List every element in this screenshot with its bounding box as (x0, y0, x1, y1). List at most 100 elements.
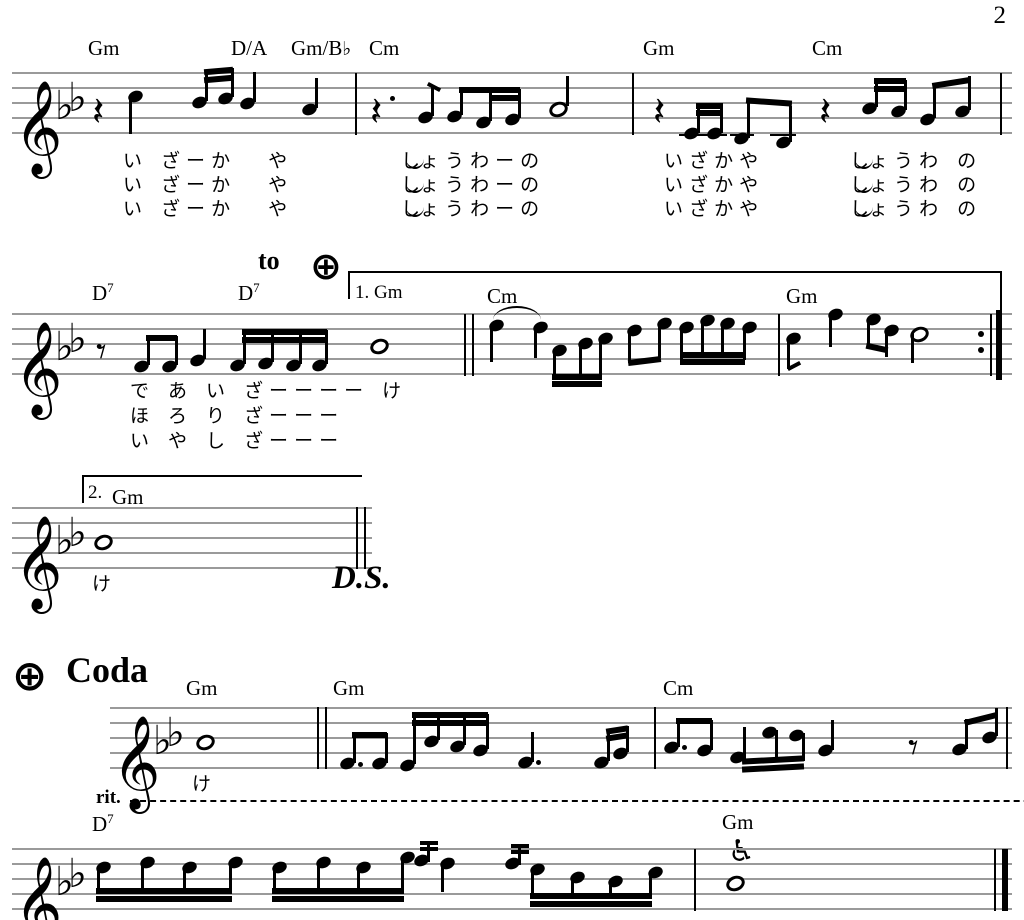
chord-symbol: Gm (722, 810, 754, 834)
beam (511, 844, 529, 848)
staff-line (12, 343, 1012, 345)
note-stem (243, 331, 246, 364)
staff-line (12, 328, 1012, 330)
lyric-line: け (92, 573, 112, 595)
staff-line (12, 358, 1012, 360)
volta-bracket-right (1000, 271, 1003, 311)
barline (654, 707, 657, 769)
beam (352, 732, 387, 738)
barline (694, 849, 697, 911)
lyric-line: け (192, 773, 212, 795)
lyric-line: い や し ざ ー ー ー (130, 430, 339, 452)
sheet-music-page: 2 Gm D/A Gm/B♭ Cm Gm Cm 𝄞 ♭ ♭ 𝄽 𝄽 𝄽 𝄽 い … (0, 0, 1024, 920)
note-stem (385, 733, 388, 763)
repeat-dot (978, 331, 984, 337)
note-stem (743, 727, 746, 759)
beam (552, 381, 602, 387)
staff-line (110, 722, 1012, 724)
note-stem (325, 330, 328, 364)
barline (990, 314, 993, 376)
beam (552, 374, 602, 380)
volta-label: 2. (88, 482, 103, 503)
beam (680, 352, 745, 358)
augmentation-dot (358, 762, 363, 767)
barline (1006, 707, 1009, 769)
ritardando-text: rit. (96, 787, 121, 808)
beam (530, 901, 652, 907)
lyric-line: ほ ろ り ざ ー ー ー (130, 405, 339, 427)
staff-line (12, 567, 372, 569)
chord-symbol: Cm (663, 676, 694, 700)
beam (146, 335, 177, 341)
system-5: D7 Gm ♿ 𝄞 ♭ ♭ (0, 0, 1024, 920)
note-stem (203, 329, 206, 359)
repeat-barline (996, 310, 1002, 380)
beam (511, 850, 529, 854)
staff-line (110, 737, 1012, 739)
to-coda-text: to (258, 246, 280, 275)
augmentation-dot (536, 760, 541, 765)
note-stem (885, 331, 888, 357)
beam (272, 896, 404, 902)
barline (472, 314, 475, 376)
note-stem (710, 720, 713, 750)
final-barline (1002, 849, 1008, 911)
chord-symbol: Gm (186, 676, 218, 700)
volta-bracket-top (82, 475, 362, 478)
chord-symbol: D7 (92, 811, 114, 836)
note-stem (911, 333, 914, 363)
note-stem (658, 324, 661, 358)
note-stem (599, 338, 602, 376)
dal-segno-text: D.S. (332, 560, 391, 596)
beam (530, 893, 652, 899)
staff-line (12, 878, 1012, 880)
note-stem (299, 330, 302, 364)
beam (680, 359, 745, 365)
staff-line (110, 752, 1012, 754)
beam (96, 896, 232, 902)
note-stem (534, 328, 537, 358)
beam (676, 718, 712, 724)
beam (412, 712, 488, 718)
beam (96, 888, 232, 894)
volta-bracket-top (348, 271, 1002, 274)
barline (317, 707, 320, 769)
volta-bracket-left (348, 271, 351, 299)
volta-bracket-left (82, 475, 85, 503)
staff-line (110, 707, 1012, 709)
beam (242, 329, 327, 335)
staff (110, 707, 1012, 769)
beam (420, 841, 438, 845)
beam (420, 847, 438, 851)
note-stem (829, 315, 832, 347)
chord-symbol: D7 (238, 280, 260, 305)
barline (464, 314, 467, 376)
chord-symbol: D7 (92, 280, 114, 305)
note-stem (463, 714, 466, 745)
note-stem (437, 714, 440, 740)
chord-symbol: Gm (786, 284, 818, 308)
barline (778, 314, 781, 376)
note-stem (579, 343, 582, 378)
staff-line (12, 908, 1012, 910)
barline (994, 849, 997, 911)
note-stem (427, 842, 430, 862)
barline (325, 707, 328, 769)
note-stem (628, 331, 631, 363)
lyric-line: で あ い ざ ー ー ー ー け (130, 380, 402, 402)
coda-heading: Coda (66, 650, 149, 690)
staff-line (12, 373, 1012, 375)
chord-symbol: Gm (112, 485, 144, 509)
chord-symbol: Cm (487, 284, 518, 308)
note-stem (775, 730, 778, 760)
beam (242, 337, 327, 343)
beam (412, 720, 488, 726)
augmentation-dot (682, 745, 687, 750)
note-stem (518, 845, 521, 865)
note-stem (271, 330, 274, 362)
tie (493, 306, 541, 320)
ritardando-dashes (130, 800, 1024, 802)
chord-symbol: Gm (333, 676, 365, 700)
note-stem (353, 733, 356, 763)
note-stem (787, 339, 790, 369)
